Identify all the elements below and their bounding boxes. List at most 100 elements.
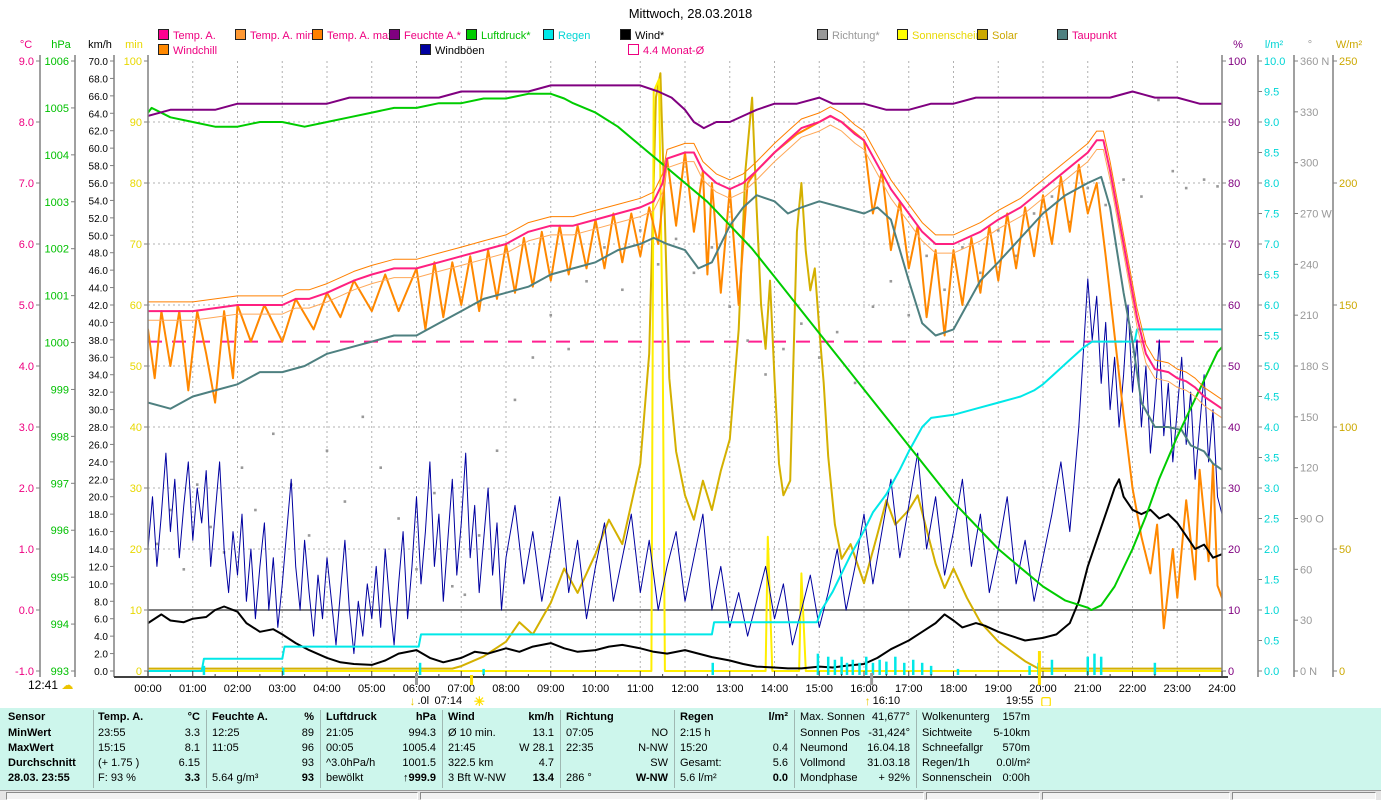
axis-header-kmh: km/h — [88, 39, 112, 51]
axis-label-deg: 330 — [1300, 107, 1318, 119]
table-row-1-label: MinWert — [8, 727, 52, 739]
table-cell-value: 93 — [301, 772, 314, 784]
table-header-feuchte-a--value: % — [304, 711, 314, 723]
x-axis-time-label: 03:00 — [268, 683, 296, 695]
series-richtung-dot — [325, 449, 329, 453]
series-richtung-dot — [531, 356, 535, 359]
axis-label-lm2: 9.0 — [1264, 117, 1279, 129]
series-richtung-dot — [361, 415, 365, 419]
series-richtung-dot — [1032, 212, 1036, 215]
moonset-marker: ↓ .0l — [410, 694, 430, 706]
axis-label-minax: 80 — [130, 178, 142, 190]
series-richtung-dot — [871, 305, 875, 308]
axis-header-wm2: W/m² — [1336, 39, 1363, 51]
series-richtung-dot — [272, 432, 275, 436]
moonset-marker-icon: ↓ — [410, 694, 416, 706]
info-sonnen-pos-value: -31,424° — [868, 727, 910, 739]
axis-label-degC: 4.0 — [19, 361, 34, 373]
axis-label-wm2: 50 — [1339, 544, 1351, 556]
series-richtung-dot — [692, 271, 696, 275]
axis-degC: °C -1.0 0.0 1.0 2.0 3.0 4.0 5.0 6.0 7.0 8.0 9.0 — [15, 39, 41, 678]
series-richtung-dot — [656, 263, 660, 266]
axis-label-lm2: 8.0 — [1264, 178, 1279, 190]
table-row-4-label: 28.03. 23:55 — [8, 772, 70, 784]
info-regen-1h-value: 0.0l/m² — [996, 757, 1030, 769]
axis-label-kmh: 10.0 — [89, 580, 109, 591]
table-column-divider — [560, 710, 561, 788]
table-cell-value: 4.7 — [538, 757, 554, 769]
axis-label-degC: 8.0 — [19, 117, 34, 129]
axis-label-pct: 10 — [1228, 605, 1240, 617]
series-richtung-dot — [638, 229, 642, 232]
series-richtung-dot — [621, 288, 624, 292]
clock-time: 12:41 — [28, 678, 59, 692]
axis-label-deg: 180 S — [1300, 361, 1329, 373]
axis-label-kmh: 48.0 — [89, 249, 109, 260]
info-sichtweite-value: 5-10km — [993, 727, 1030, 739]
axis-label-kmh: 26.0 — [89, 440, 109, 451]
x-axis-time-label: 14:00 — [761, 683, 789, 695]
axis-label-kmh: 30.0 — [89, 406, 109, 417]
axis-label-kmh: 66.0 — [89, 92, 109, 103]
axis-label-minax: 100 — [124, 56, 142, 68]
axis-label-lm2: 6.5 — [1264, 270, 1279, 282]
axis-label-deg: 270 W — [1300, 209, 1332, 221]
x-axis-time-label: 01:00 — [179, 683, 207, 695]
table-header-wind-value: km/h — [528, 711, 554, 723]
axis-label-lm2: 5.0 — [1264, 361, 1279, 373]
axis-label-hpa: 993 — [51, 666, 69, 678]
series-richtung-dot — [585, 279, 588, 283]
series-richtung-dot — [1216, 185, 1219, 188]
axis-label-kmh: 70.0 — [89, 57, 109, 68]
axis-label-wm2: 250 — [1339, 56, 1357, 68]
axis-label-lm2: 3.5 — [1264, 453, 1279, 465]
series-richtung-dot — [1086, 186, 1090, 190]
table-cell-value: 13.4 — [532, 772, 554, 784]
moonset-marker-time: .0l — [418, 695, 430, 706]
axis-label-lm2: 5.5 — [1264, 331, 1279, 343]
table-column-divider — [93, 710, 94, 788]
x-axis-time-label: 08:00 — [492, 683, 520, 695]
sunrise-marker: 07:14 ☀ — [435, 694, 486, 706]
table-column-divider — [206, 710, 207, 788]
axis-label-kmh: 4.0 — [94, 632, 108, 643]
table-cell-value: 96 — [301, 742, 314, 754]
axis-label-minax: 30 — [130, 483, 142, 495]
x-axis-time-label: 23:00 — [1163, 683, 1191, 695]
axis-label-lm2: 2.0 — [1264, 544, 1279, 556]
table-header-richtung-label: Richtung — [566, 711, 614, 723]
axis-label-deg: 210 — [1300, 310, 1318, 322]
axis-label-kmh: 22.0 — [89, 475, 109, 486]
sunset-marker-icon: ▢ — [1040, 694, 1051, 706]
table-cell-value: 3.3 — [184, 772, 200, 784]
axis-label-kmh: 20.0 — [89, 493, 109, 504]
axis-label-lm2: 6.0 — [1264, 300, 1279, 312]
series-richtung-dot — [463, 593, 467, 597]
axis-label-kmh: 54.0 — [89, 196, 109, 207]
axis-label-deg: 300 — [1300, 158, 1318, 170]
axis-label-kmh: 46.0 — [89, 266, 109, 277]
axis-label-kmh: 56.0 — [89, 179, 109, 190]
axis-label-lm2: 4.5 — [1264, 392, 1279, 404]
axis-label-deg: 90 O — [1300, 514, 1324, 526]
axis-label-kmh: 28.0 — [89, 423, 109, 434]
weather-chart-canvas: °C -1.0 0.0 1.0 2.0 3.0 4.0 5.0 6.0 7.0 8.0 9.0 hPa 9… — [15, 39, 1363, 706]
axis-label-pct: 0 — [1228, 666, 1234, 678]
series-richtung-dot — [979, 271, 982, 275]
moonrise-marker-icon: ↑ — [865, 694, 871, 706]
table-header-regen-value: l/m² — [768, 711, 788, 723]
axis-label-kmh: 6.0 — [94, 615, 108, 626]
series-richtung-dot — [1202, 178, 1206, 181]
series-temp_max-line — [148, 106, 1222, 401]
axis-label-minax: 40 — [130, 422, 142, 434]
status-bar-segment — [6, 792, 418, 800]
axis-label-lm2: 8.5 — [1264, 148, 1279, 160]
axis-label-degC: 9.0 — [19, 56, 34, 68]
axis-header-hpa: hPa — [51, 39, 71, 51]
axis-label-kmh: 68.0 — [89, 74, 109, 85]
axis-header-minax: min — [125, 39, 143, 51]
info-wolkenunterg-value: 157m — [1002, 711, 1030, 723]
series-richtung-dot — [943, 288, 946, 292]
axis-label-lm2: 9.5 — [1264, 87, 1279, 99]
series-layer — [148, 72, 1222, 675]
